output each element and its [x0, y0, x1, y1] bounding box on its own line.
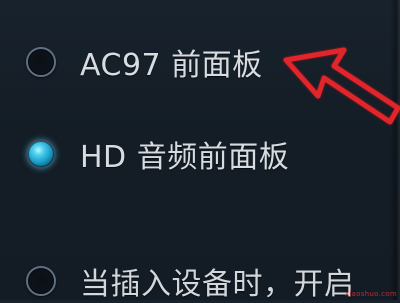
option-ac97-front-panel[interactable]: AC97 前面板 — [26, 40, 263, 84]
option-enable-on-device-insert-label: 当插入设备时，开启 — [80, 267, 355, 302]
watermark: xiaoshuo.com — [344, 290, 397, 298]
option-enable-on-device-insert[interactable]: 当插入设备时，开启 — [26, 259, 355, 303]
option-hd-audio-front-panel-label: HD 音频前面板 — [80, 140, 290, 175]
option-ac97-front-panel-label: AC97 前面板 — [80, 48, 263, 83]
radio-ac97-front-panel[interactable] — [26, 47, 56, 77]
radio-enable-on-device-insert[interactable] — [26, 266, 56, 296]
option-hd-audio-front-panel[interactable]: HD 音频前面板 — [26, 132, 289, 176]
radio-hd-audio-front-panel[interactable] — [26, 139, 56, 169]
red-arrow-annotation-icon — [283, 47, 400, 125]
